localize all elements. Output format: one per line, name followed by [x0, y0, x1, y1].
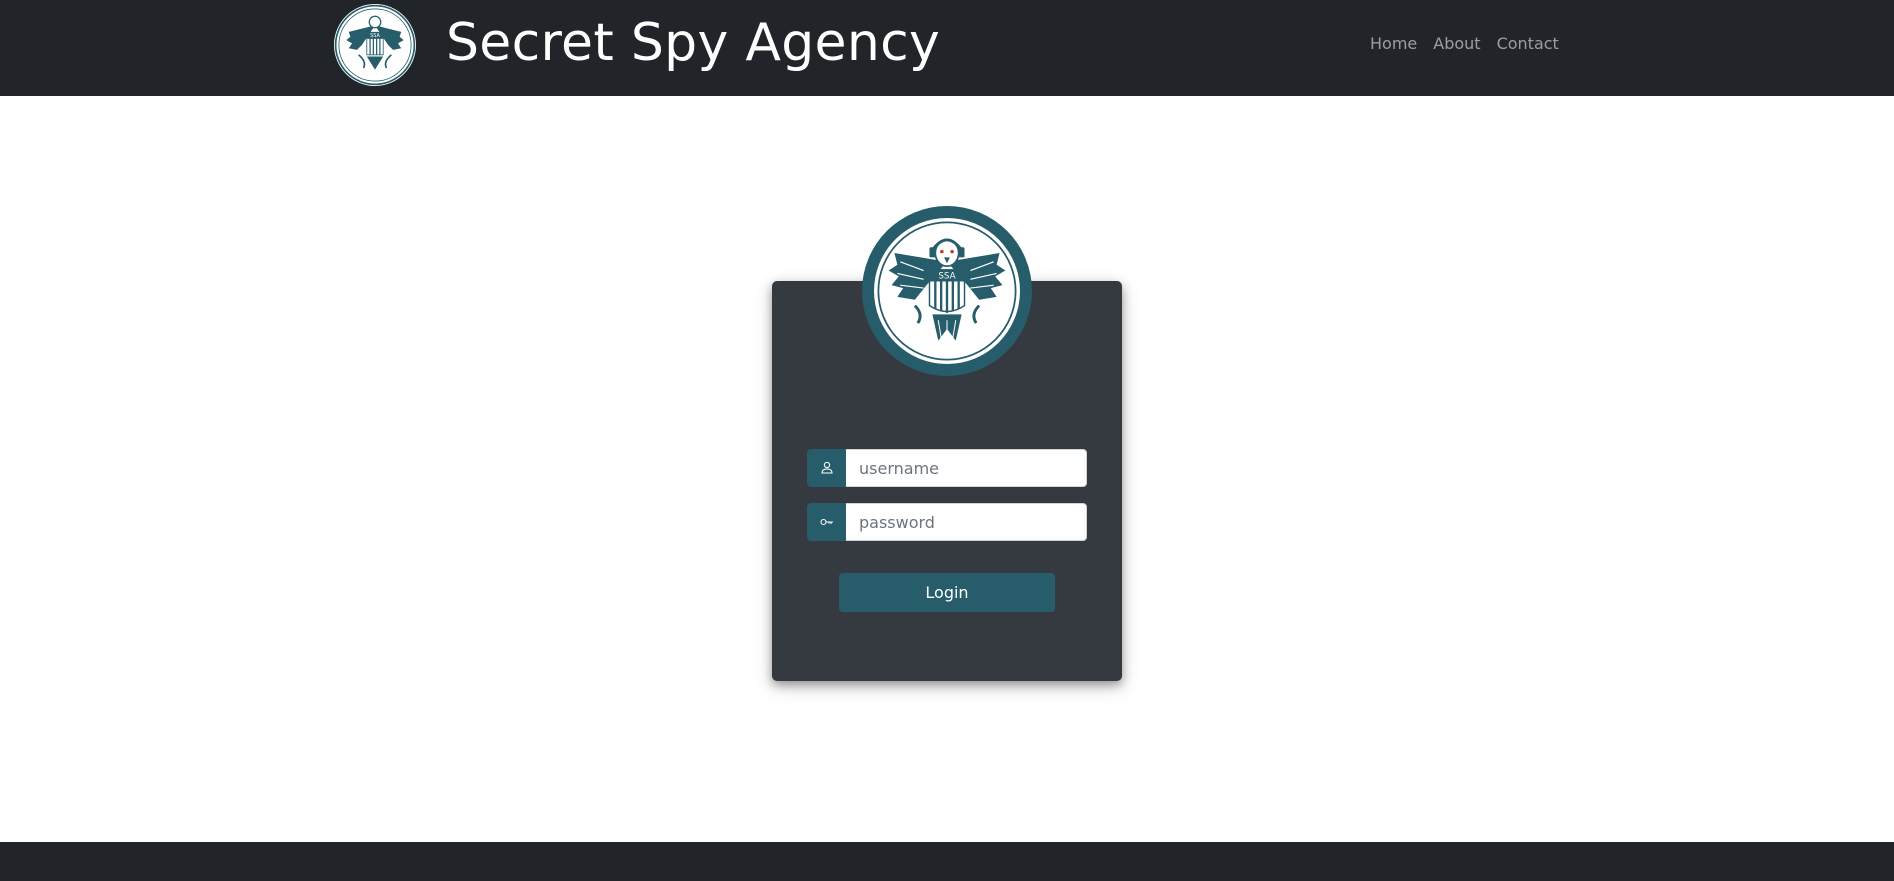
page-title[interactable]: Secret Spy Agency — [446, 12, 940, 74]
eagle-headphones-icon: SSA — [877, 221, 1017, 361]
nav-links: Home About Contact — [1370, 33, 1559, 55]
username-group — [807, 449, 1087, 487]
password-group — [807, 503, 1087, 541]
agency-logo[interactable]: SSA — [334, 4, 416, 86]
nav-about-link[interactable]: About — [1433, 33, 1480, 55]
nav-home-link[interactable]: Home — [1370, 33, 1417, 55]
eagle-seal-icon: SSA — [334, 4, 416, 86]
navbar: SSA Secret Spy Agency Home About Contact — [0, 0, 1894, 96]
login-seal: SSA — [862, 206, 1032, 376]
footer — [0, 842, 1894, 881]
username-input[interactable] — [846, 449, 1087, 487]
login-button[interactable]: Login — [839, 573, 1055, 612]
key-icon — [807, 503, 846, 541]
nav-contact-link[interactable]: Contact — [1497, 33, 1559, 55]
user-icon — [807, 449, 846, 487]
password-input[interactable] — [846, 503, 1087, 541]
eagle-seal-image: SSA — [874, 218, 1020, 364]
